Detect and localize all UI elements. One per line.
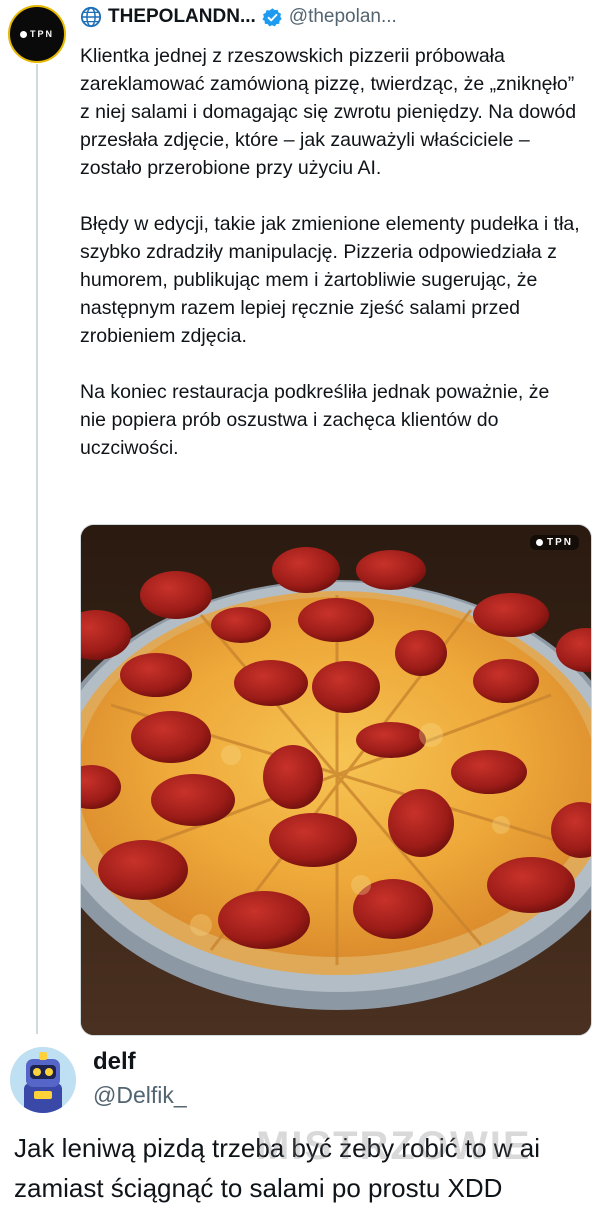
reply-text: Jak leniwą pizdą trzeba być żeby robić t… [14, 1133, 541, 1203]
verified-badge-icon [262, 7, 282, 26]
avatar-logo-text: TPN [30, 29, 54, 39]
tweet-text: Klientka jednej z rzeszowskich pizzerii … [80, 45, 580, 459]
author-avatar[interactable]: TPN [8, 5, 66, 63]
globe-icon [80, 6, 102, 28]
tpn-logo: TPN [20, 29, 54, 39]
pizza-photo [81, 525, 591, 1035]
reply-author-handle[interactable]: @Delfik_ [93, 1082, 187, 1109]
tweet-header: THEPOLANDN... @thepolan... [80, 6, 397, 28]
author-handle[interactable]: @thepolan... [289, 6, 397, 28]
tweet-media-image[interactable]: TPN [80, 524, 592, 1036]
author-name[interactable]: THEPOLANDN... [108, 6, 256, 28]
robot-avatar-icon [10, 1047, 76, 1113]
reply-avatar[interactable] [10, 1047, 76, 1113]
media-watermark-text: TPN [547, 537, 573, 548]
media-watermark: TPN [530, 535, 579, 550]
reply-author-name[interactable]: delf [93, 1048, 136, 1076]
thread-connector-line [36, 64, 38, 1034]
